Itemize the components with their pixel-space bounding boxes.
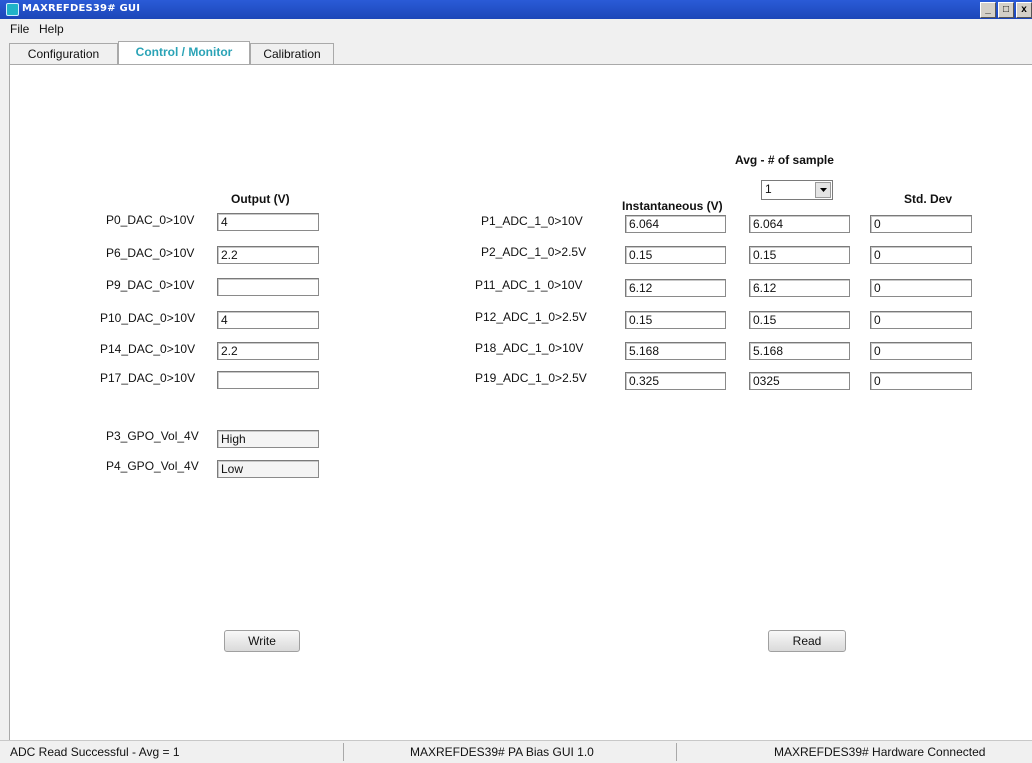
tab-control-monitor[interactable]: Control / Monitor [118,41,250,65]
adc-std-field[interactable]: 0 [870,279,972,297]
adc-avg-field[interactable]: 0.15 [749,246,850,264]
adc-std-field[interactable]: 0 [870,215,972,233]
status-bar: ADC Read Successful - Avg = 1 MAXREFDES3… [0,740,1032,763]
dac-label: P10_DAC_0>10V [100,311,196,325]
adc-instant-field[interactable]: 6.12 [625,279,726,297]
avg-samples-header: Avg - # of sample [735,153,834,167]
title-bar: MAXREFDES39# GUI _ □ x [0,0,1032,19]
tab-calibration[interactable]: Calibration [250,43,334,64]
adc-avg-field[interactable]: 0.15 [749,311,850,329]
menu-file[interactable]: File [10,22,29,36]
control-monitor-panel [9,64,1032,741]
adc-label: P19_ADC_1_0>2.5V [475,371,587,385]
adc-instant-field[interactable]: 5.168 [625,342,726,360]
dac-output-field[interactable]: 2.2 [217,342,319,360]
adc-instant-field[interactable]: 0.15 [625,246,726,264]
app-icon [6,3,19,16]
gpo-label: P4_GPO_Vol_4V [106,459,199,473]
dac-label: P0_DAC_0>10V [106,213,195,227]
dac-output-field[interactable]: 4 [217,311,319,329]
adc-avg-field[interactable]: 5.168 [749,342,850,360]
avg-samples-select[interactable]: 1 [761,180,833,200]
adc-std-field[interactable]: 0 [870,342,972,360]
maximize-button[interactable]: □ [998,2,1014,18]
dac-label: P14_DAC_0>10V [100,342,196,356]
adc-label: P12_ADC_1_0>2.5V [475,310,587,324]
read-button[interactable]: Read [768,630,846,652]
tab-configuration[interactable]: Configuration [9,43,118,64]
close-button[interactable]: x [1016,2,1032,18]
status-divider [343,743,344,761]
tab-bar: Configuration Control / Monitor Calibrat… [0,39,1032,65]
status-app-version: MAXREFDES39# PA Bias GUI 1.0 [410,745,594,759]
write-button[interactable]: Write [224,630,300,652]
chevron-down-icon[interactable] [815,182,831,198]
dac-output-field[interactable] [217,278,319,296]
adc-std-field[interactable]: 0 [870,372,972,390]
minimize-button[interactable]: _ [980,2,996,18]
dac-label: P6_DAC_0>10V [106,246,195,260]
adc-avg-field[interactable]: 0325 [749,372,850,390]
adc-avg-field[interactable]: 6.064 [749,215,850,233]
gpo-value-field: High [217,430,319,448]
status-divider [676,743,677,761]
adc-label: P11_ADC_1_0>10V [475,278,583,292]
output-header: Output (V) [231,192,290,206]
adc-instant-field[interactable]: 6.064 [625,215,726,233]
dac-label: P9_DAC_0>10V [106,278,195,292]
gpo-value-field: Low [217,460,319,478]
avg-samples-value: 1 [765,182,772,196]
window-controls: _ □ x [978,2,1032,18]
menu-help[interactable]: Help [39,22,64,36]
instantaneous-header: Instantaneous (V) [622,199,723,213]
adc-instant-field[interactable]: 0.15 [625,311,726,329]
menu-bar: File Help [0,19,1032,39]
adc-avg-field[interactable]: 6.12 [749,279,850,297]
adc-std-field[interactable]: 0 [870,311,972,329]
dac-output-field[interactable] [217,371,319,389]
adc-label: P1_ADC_1_0>10V [481,214,583,228]
adc-instant-field[interactable]: 0.325 [625,372,726,390]
gpo-label: P3_GPO_Vol_4V [106,429,199,443]
adc-std-field[interactable]: 0 [870,246,972,264]
std-dev-header: Std. Dev [904,192,953,206]
dac-output-field[interactable]: 2.2 [217,246,319,264]
adc-label: P2_ADC_1_0>2.5V [481,245,587,259]
status-hardware: MAXREFDES39# Hardware Connected [774,745,986,759]
dac-label: P17_DAC_0>10V [100,371,196,385]
dac-output-field[interactable]: 4 [217,213,319,231]
status-message: ADC Read Successful - Avg = 1 [10,745,180,759]
adc-label: P18_ADC_1_0>10V [475,341,584,355]
window-title: MAXREFDES39# GUI [22,3,141,14]
